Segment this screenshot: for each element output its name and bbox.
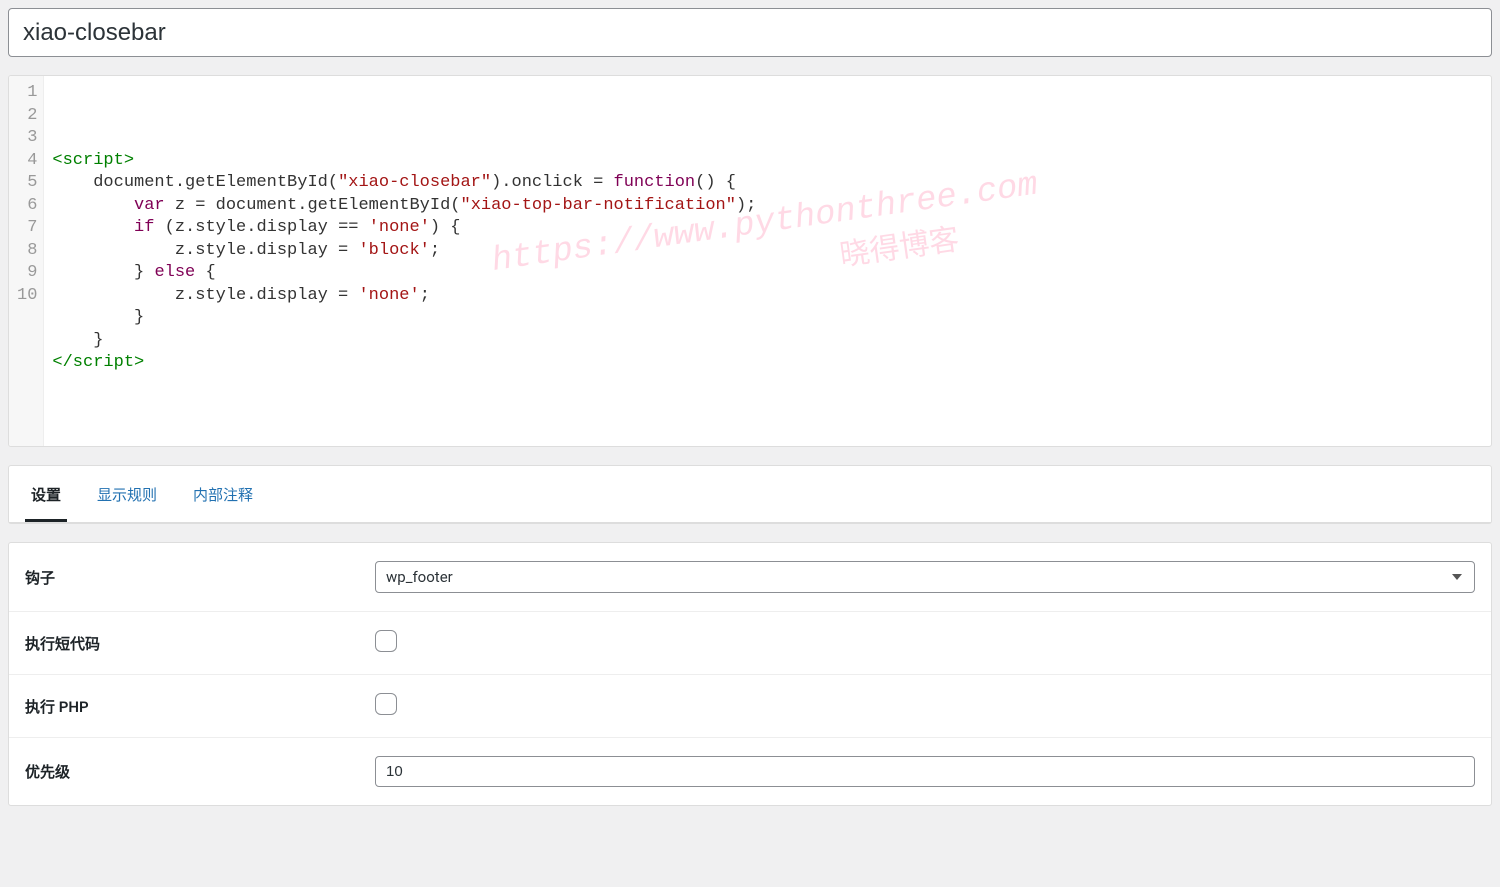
code-line[interactable]: }: [52, 307, 1483, 330]
code-line[interactable]: if (z.style.display == 'none') {: [52, 217, 1483, 240]
tabs-container: 设置 显示规则 内部注释: [8, 465, 1492, 524]
settings-panel: 钩子 wp_footer 执行短代码 执行 PHP 优先级: [8, 542, 1492, 806]
code-editor[interactable]: 12345678910 https://www.pythonthree.com …: [8, 75, 1492, 447]
line-numbers: 12345678910: [9, 76, 44, 446]
row-hook: 钩子 wp_footer: [9, 543, 1491, 612]
title-input[interactable]: [8, 8, 1492, 57]
code-line[interactable]: z.style.display = 'none';: [52, 285, 1483, 308]
hook-select[interactable]: wp_footer: [375, 561, 1475, 593]
code-area[interactable]: https://www.pythonthree.com 晓得博客 <script…: [44, 76, 1491, 446]
row-php: 执行 PHP: [9, 675, 1491, 738]
php-label: 执行 PHP: [25, 696, 375, 717]
priority-input[interactable]: [375, 756, 1475, 787]
tab-display-rules[interactable]: 显示规则: [91, 466, 163, 522]
shortcode-checkbox[interactable]: [375, 630, 397, 652]
row-shortcode: 执行短代码: [9, 612, 1491, 675]
hook-label: 钩子: [25, 567, 375, 588]
tab-notes[interactable]: 内部注释: [187, 466, 259, 522]
php-checkbox[interactable]: [375, 693, 397, 715]
code-line[interactable]: } else {: [52, 262, 1483, 285]
row-priority: 优先级: [9, 738, 1491, 805]
code-line[interactable]: var z = document.getElementById("xiao-to…: [52, 195, 1483, 218]
shortcode-label: 执行短代码: [25, 633, 375, 654]
code-line[interactable]: z.style.display = 'block';: [52, 240, 1483, 263]
code-line[interactable]: }: [52, 330, 1483, 353]
priority-label: 优先级: [25, 761, 375, 782]
code-line[interactable]: document.getElementById("xiao-closebar")…: [52, 172, 1483, 195]
code-line[interactable]: <script>: [52, 150, 1483, 173]
code-line[interactable]: </script>: [52, 352, 1483, 375]
tab-settings[interactable]: 设置: [25, 466, 67, 522]
